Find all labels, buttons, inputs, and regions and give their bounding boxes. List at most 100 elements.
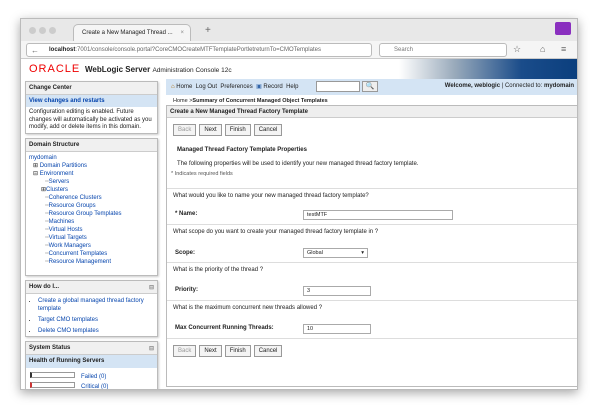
priority-input[interactable]: 3: [303, 286, 371, 296]
panel-title: Domain Structure: [26, 139, 157, 152]
menu-icon[interactable]: ≡: [561, 44, 566, 54]
how-to-link[interactable]: Delete CMO templates: [38, 328, 99, 334]
connected-domain: mydomain: [543, 83, 574, 89]
tree-item-mydomain[interactable]: mydomain: [29, 155, 57, 161]
console-search-input[interactable]: [316, 81, 360, 92]
back-button[interactable]: Back: [173, 124, 197, 136]
how-to-link[interactable]: Create a global managed thread factory t…: [38, 298, 144, 312]
panel-title: System Status ⊟: [26, 342, 157, 355]
minimize-window-button[interactable]: [39, 27, 46, 34]
change-center-text: Configuration editing is enabled. Future…: [29, 109, 152, 130]
navigation-bar: ← localhost:7001/console/console.portal?…: [21, 41, 577, 59]
critical-link[interactable]: Critical (0): [81, 384, 108, 389]
collapse-icon[interactable]: ⊟: [149, 284, 154, 291]
chevron-down-icon: ▾: [361, 250, 364, 256]
health-subtitle: Health of Running Servers: [26, 355, 157, 368]
failed-link[interactable]: Failed (0): [81, 374, 106, 380]
close-tab-icon[interactable]: ×: [180, 30, 184, 36]
oracle-logo: ORACLE: [29, 63, 81, 75]
name-input[interactable]: testMTF: [303, 210, 453, 220]
cancel-button[interactable]: Cancel: [253, 345, 283, 357]
how-to-link[interactable]: Target CMO templates: [38, 317, 98, 323]
panel-title-text: How do I...: [29, 284, 59, 290]
tree-item[interactable]: Domain Partitions: [40, 163, 87, 169]
tree-item[interactable]: Resource Groups: [49, 203, 96, 209]
panel-title: Change Center: [26, 82, 157, 95]
welcome-text: Welcome, weblogic: [444, 83, 501, 89]
search-input[interactable]: Search: [379, 43, 507, 57]
console-toolbar: ⌂ Home Log Out Preferences ▣ Record Help…: [166, 79, 577, 95]
tree-item[interactable]: Resource Group Templates: [49, 211, 122, 217]
tree-item[interactable]: Clusters: [46, 187, 68, 193]
max-threads-label: Max Concurrent Running Threads:: [175, 325, 274, 331]
back-button[interactable]: Back: [173, 345, 197, 357]
cancel-button[interactable]: Cancel: [253, 124, 283, 136]
browser-tab[interactable]: Create a New Managed Thread ... ×: [73, 24, 191, 42]
tree-item[interactable]: Coherence Clusters: [49, 195, 102, 201]
record-link[interactable]: Record: [263, 84, 282, 90]
product-name: WebLogic Server: [85, 65, 151, 74]
home-icon[interactable]: ⌂: [540, 44, 545, 54]
panel-title: How do I... ⊟: [26, 281, 157, 294]
panel-title-text: System Status: [29, 345, 71, 351]
tree-item[interactable]: Resource Management: [49, 259, 111, 265]
tree-item[interactable]: Environment: [40, 171, 74, 177]
priority-label: Priority:: [175, 287, 199, 293]
new-tab-button[interactable]: +: [205, 25, 211, 36]
home-link[interactable]: Home: [176, 84, 192, 90]
section-description: The following properties will be used to…: [177, 161, 419, 167]
preferences-link[interactable]: Preferences: [220, 84, 252, 90]
finish-button[interactable]: Finish: [224, 345, 251, 357]
scope-value: Global: [307, 250, 323, 256]
tree-item[interactable]: Virtual Targets: [49, 235, 87, 241]
max-threads-question: What is the maximum concurrent new threa…: [167, 300, 577, 315]
tree-item[interactable]: Machines: [49, 219, 75, 225]
search-button[interactable]: 🔍: [362, 81, 378, 92]
finish-button[interactable]: Finish: [224, 124, 251, 136]
product-subtitle: Administration Console 12c: [152, 67, 232, 74]
connected-label: Connected to:: [504, 83, 543, 89]
next-button[interactable]: Next: [199, 345, 222, 357]
breadcrumb: Home >Summary of Concurrent Managed Obje…: [173, 98, 328, 104]
url-bar[interactable]: ← localhost:7001/console/console.portal?…: [26, 43, 372, 57]
bookmark-star-icon[interactable]: ☆: [513, 44, 521, 55]
record-icon: ▣: [256, 84, 262, 90]
close-window-button[interactable]: [29, 27, 36, 34]
system-status-panel: System Status ⊟ Health of Running Servers…: [25, 341, 158, 389]
url-host: localhost: [49, 47, 76, 53]
tab-title: Create a New Managed Thread ...: [82, 30, 173, 36]
back-icon[interactable]: ←: [31, 46, 39, 55]
name-label: * Name:: [175, 211, 198, 217]
breadcrumb-home[interactable]: Home >: [173, 98, 192, 104]
scope-select[interactable]: Global ▾: [303, 248, 368, 258]
next-button[interactable]: Next: [199, 124, 222, 136]
max-threads-input[interactable]: 10: [303, 324, 371, 334]
button-bar-bottom: Back Next Finish Cancel: [167, 338, 577, 357]
domain-tree: mydomain ⊞ Domain Partitions ⊟ Environme…: [29, 155, 122, 265]
tree-item[interactable]: Concurrent Templates: [49, 251, 108, 257]
name-question: What would you like to name your new man…: [167, 188, 577, 203]
console-header: ORACLE WebLogic Server Administration Co…: [21, 59, 577, 79]
help-link[interactable]: Help: [286, 84, 298, 90]
priority-question: What is the priority of the thread ?: [167, 262, 577, 277]
private-browsing-icon: [555, 22, 571, 35]
browser-window: Create a New Managed Thread ... × + ← loc…: [20, 18, 578, 390]
search-placeholder: Search: [394, 47, 414, 53]
page-title: Create a New Managed Thread Factory Temp…: [167, 106, 577, 118]
tree-item[interactable]: Virtual Hosts: [49, 227, 83, 233]
view-changes-link[interactable]: View changes and restarts: [29, 98, 105, 104]
product-title: WebLogic Server Administration Console 1…: [85, 65, 232, 74]
tab-bar: Create a New Managed Thread ... × +: [21, 19, 577, 42]
tree-item[interactable]: Servers: [49, 179, 70, 185]
url-path: :7001/console/console.portal?CoreCMOCrea…: [75, 47, 321, 53]
logout-link[interactable]: Log Out: [196, 84, 217, 90]
change-center-panel: Change Center View changes and restarts …: [25, 81, 158, 134]
tree-item[interactable]: Work Managers: [49, 243, 91, 249]
domain-structure-panel: Domain Structure mydomain ⊞ Domain Parti…: [25, 138, 158, 276]
maximize-window-button[interactable]: [49, 27, 56, 34]
collapse-icon[interactable]: ⊟: [149, 345, 154, 352]
home-icon: ⌂: [171, 84, 175, 90]
button-bar-top: Back Next Finish Cancel: [167, 124, 577, 136]
section-title: Managed Thread Factory Template Properti…: [177, 147, 307, 153]
breadcrumb-current[interactable]: Summary of Concurrent Managed Object Tem…: [192, 98, 327, 104]
